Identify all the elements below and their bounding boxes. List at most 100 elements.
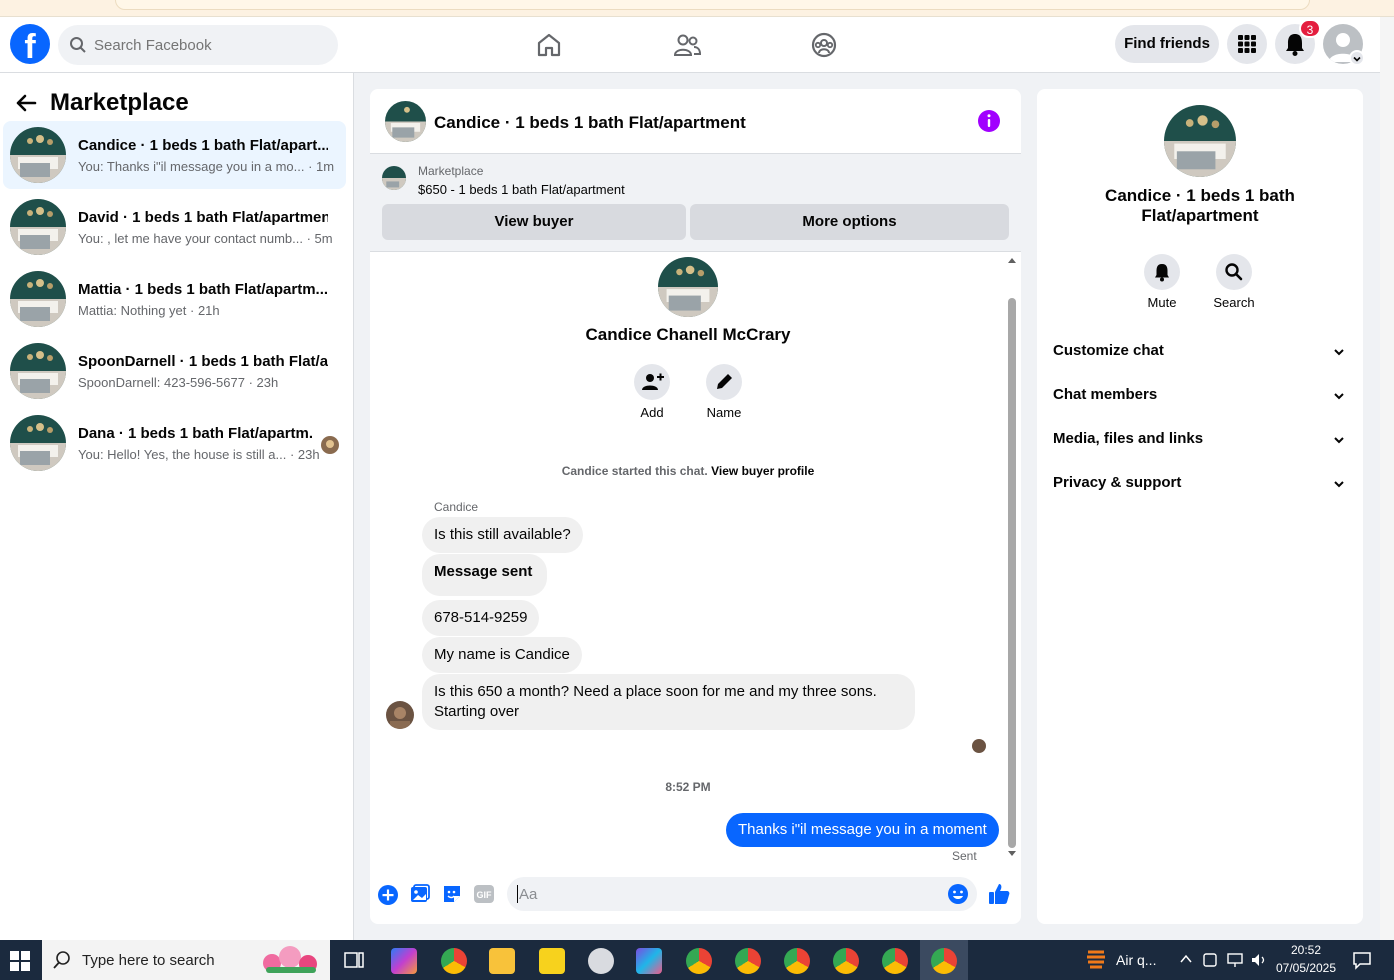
chevron-down-icon[interactable]: [1332, 389, 1346, 403]
info-icon[interactable]: [977, 109, 1001, 133]
back-arrow-icon[interactable]: [14, 91, 38, 115]
sidebar-title: Marketplace: [50, 89, 189, 116]
copilot-app-icon[interactable]: [391, 948, 417, 974]
sticky-notes-icon[interactable]: [539, 948, 565, 974]
incoming-message[interactable]: Message sent: [422, 554, 548, 596]
chrome-app-icon[interactable]: [441, 948, 467, 974]
photo-icon[interactable]: [409, 883, 431, 905]
account-chevron-icon[interactable]: [1349, 50, 1365, 66]
taskbar-time[interactable]: 20:52: [1274, 943, 1338, 957]
find-friends-button[interactable]: Find friends: [1115, 25, 1219, 63]
conversation-item[interactable]: Dana · 1 beds 1 bath Flat/apartm... You:…: [3, 409, 346, 477]
listing-price-title[interactable]: $650 - 1 beds 1 bath Flat/apartment: [418, 182, 625, 197]
taskbar-search[interactable]: Type here to search: [42, 940, 330, 980]
chevron-down-icon[interactable]: [1332, 433, 1346, 447]
chat-scrollbar[interactable]: [1006, 254, 1018, 864]
conversation-snippet: SpoonDarnell: 423-596-5677 · 23h: [78, 375, 279, 390]
outgoing-message[interactable]: Thanks i"il message you in a moment: [726, 813, 999, 847]
read-receipt-avatar: [972, 739, 986, 753]
view-buyer-profile-link[interactable]: View buyer profile: [711, 464, 814, 478]
conversation-snippet: You: Thanks i"il message you in a mo... …: [78, 159, 335, 174]
menu-button[interactable]: [1227, 24, 1267, 64]
conversation-item[interactable]: David · 1 beds 1 bath Flat/apartment You…: [3, 193, 346, 261]
customize-chat-section[interactable]: Customize chat: [1053, 342, 1164, 359]
notification-center-icon[interactable]: [1352, 950, 1372, 970]
scroll-up-icon[interactable]: [1007, 256, 1017, 264]
scroll-thumb[interactable]: [1008, 298, 1016, 848]
volume-icon[interactable]: [1250, 951, 1268, 969]
chat-started-text: Candice started this chat.: [561, 464, 708, 478]
chat-members-section[interactable]: Chat members: [1053, 386, 1157, 403]
paint-app-icon[interactable]: [588, 948, 614, 974]
incoming-message[interactable]: Is this still available?: [422, 517, 583, 553]
conversation-item[interactable]: Candice · 1 beds 1 bath Flat/apart... Yo…: [3, 121, 346, 189]
home-icon[interactable]: [529, 25, 569, 65]
top-navbar: f Find friends 3: [0, 17, 1380, 73]
task-view-icon[interactable]: [344, 950, 364, 970]
taskbar-date[interactable]: 07/05/2025: [1270, 961, 1342, 975]
groups-icon[interactable]: [804, 25, 844, 65]
conversation-item[interactable]: Mattia · 1 beds 1 bath Flat/apartm... Ma…: [3, 265, 346, 333]
chrome-profile-icon[interactable]: [833, 948, 859, 974]
file-explorer-icon[interactable]: [489, 948, 515, 974]
plus-icon[interactable]: [377, 884, 399, 906]
search-box[interactable]: [58, 25, 338, 65]
profile-avatar[interactable]: [658, 257, 718, 317]
gif-icon[interactable]: GIF: [473, 884, 495, 904]
conversation-title: Mattia · 1 beds 1 bath Flat/apartm...: [78, 281, 328, 298]
network-icon[interactable]: [1226, 951, 1244, 969]
friends-icon[interactable]: [667, 25, 707, 65]
chevron-up-icon[interactable]: [1179, 952, 1193, 966]
air-quality-icon[interactable]: [1085, 948, 1107, 972]
sticker-icon[interactable]: [441, 883, 463, 905]
listing-thumbnail: [382, 166, 406, 190]
details-avatar[interactable]: [1164, 105, 1236, 177]
media-files-links-section[interactable]: Media, files and links: [1053, 430, 1203, 447]
incoming-message[interactable]: 678-514-9259: [422, 600, 540, 636]
search-conversation-button[interactable]: [1216, 254, 1252, 290]
view-buyer-button[interactable]: View buyer: [382, 204, 686, 240]
chevron-down-icon[interactable]: [1332, 345, 1346, 359]
mute-label: Mute: [1147, 295, 1177, 310]
add-button[interactable]: [634, 364, 670, 400]
mute-button[interactable]: [1144, 254, 1180, 290]
scroll-down-icon[interactable]: [1007, 850, 1017, 858]
search-icon: [70, 37, 86, 53]
listing-thumbnail: [10, 343, 66, 399]
chevron-down-icon[interactable]: [1332, 477, 1346, 491]
privacy-support-section[interactable]: Privacy & support: [1053, 474, 1181, 491]
chat-avatar[interactable]: [385, 101, 426, 142]
more-options-button[interactable]: More options: [690, 204, 1009, 240]
m365-app-icon[interactable]: [636, 948, 662, 974]
conversation-title: Dana · 1 beds 1 bath Flat/apartm...: [78, 425, 313, 442]
taskbar-search-placeholder: Type here to search: [82, 952, 215, 969]
sender-avatar[interactable]: [386, 701, 414, 729]
facebook-logo[interactable]: f: [10, 24, 50, 64]
thumbs-up-icon[interactable]: [987, 882, 1011, 906]
incoming-message[interactable]: Is this 650 a month? Need a place soon f…: [422, 674, 915, 730]
add-label: Add: [640, 405, 664, 420]
sent-status: Sent: [952, 849, 977, 863]
chrome-profile-icon[interactable]: [686, 948, 712, 974]
windows-start-icon[interactable]: [10, 951, 30, 971]
chrome-profile-icon[interactable]: [931, 948, 957, 974]
grid-menu-icon: [1238, 35, 1256, 53]
chrome-profile-icon[interactable]: [735, 948, 761, 974]
message-timestamp: 8:52 PM: [665, 780, 711, 794]
conversation-item[interactable]: SpoonDarnell · 1 beds 1 bath Flat/a... S…: [3, 337, 346, 405]
page-scrollbar[interactable]: [1380, 17, 1394, 940]
text-caret: [517, 885, 518, 903]
chat-started-notice: Candice started this chat. View buyer pr…: [388, 464, 988, 478]
chat-title[interactable]: Candice · 1 beds 1 bath Flat/apartment: [434, 113, 746, 133]
search-input[interactable]: [94, 25, 324, 65]
incoming-message[interactable]: My name is Candice: [422, 637, 582, 673]
chrome-profile-icon[interactable]: [784, 948, 810, 974]
marketplace-label: Marketplace: [418, 164, 484, 178]
weather-text[interactable]: Air q...: [1116, 952, 1156, 968]
add-person-icon: [642, 373, 664, 390]
name-button[interactable]: [706, 364, 742, 400]
emoji-icon[interactable]: [947, 883, 969, 905]
meet-now-icon[interactable]: [1202, 951, 1218, 969]
chrome-profile-icon[interactable]: [882, 948, 908, 974]
message-composer[interactable]: Aa: [507, 877, 977, 911]
